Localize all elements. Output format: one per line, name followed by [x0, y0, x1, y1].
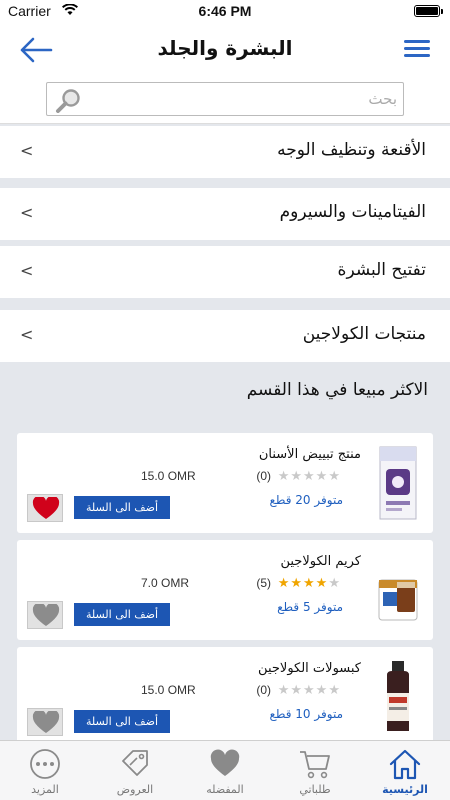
- battery-icon: [414, 5, 443, 17]
- rating-stars: ★★★★★: [277, 469, 341, 484]
- stock-status: متوفر 10 قطع: [269, 707, 343, 721]
- tab-label: العروض: [116, 783, 154, 796]
- product-image[interactable]: [377, 552, 419, 628]
- page-title: البشرة والجلد: [157, 36, 293, 60]
- navigation-bar: البشرة والجلد: [0, 22, 450, 78]
- review-count: (0): [256, 683, 271, 697]
- cart-icon: [300, 751, 330, 779]
- category-label: الفيتامينات والسيروم: [279, 202, 426, 222]
- add-to-cart-button[interactable]: أضف الى السلة: [74, 710, 170, 733]
- search-bar-container: [0, 78, 450, 124]
- more-icon: [30, 749, 60, 779]
- add-to-cart-button[interactable]: أضف الى السلة: [74, 496, 170, 519]
- favorite-toggle[interactable]: [27, 494, 63, 522]
- tag-icon: [122, 750, 148, 776]
- home-icon: [389, 749, 421, 780]
- section-title: الاكثر مبيعا في هذا القسم: [246, 380, 428, 400]
- product-image[interactable]: [377, 659, 419, 735]
- rating-stars: ★★★★★: [277, 576, 341, 591]
- clock: 6:46 PM: [198, 3, 252, 19]
- product-name[interactable]: منتج تبييض الأسنان: [259, 447, 361, 462]
- search-icon[interactable]: [55, 87, 83, 113]
- search-input[interactable]: [87, 87, 397, 111]
- product-card[interactable]: كريم الكولاجين ★★★★★ (5) متوفر 5 قطع 7.0…: [17, 540, 433, 640]
- status-bar: Carrier 6:46 PM: [0, 0, 450, 22]
- product-price: 7.0 OMR: [141, 576, 190, 590]
- tab-label: الرئيسية: [382, 783, 428, 796]
- product-name[interactable]: كريم الكولاجين: [280, 554, 361, 569]
- category-label: تفتيح البشرة: [337, 260, 426, 280]
- heart-icon: [210, 749, 240, 776]
- review-count: (5): [256, 576, 271, 590]
- tab-bar: المزيد العروض المفضله طلباتي الرئيسية: [0, 740, 450, 800]
- heart-icon: [32, 711, 60, 733]
- category-row-masks[interactable]: < الأقنعة وتنظيف الوجه: [0, 126, 450, 178]
- category-row-vitamins[interactable]: < الفيتامينات والسيروم: [0, 188, 450, 240]
- chevron-icon: <: [20, 203, 34, 222]
- product-name[interactable]: كبسولات الكولاجين: [258, 661, 361, 676]
- search-box[interactable]: [46, 82, 404, 116]
- product-price: 15.0 OMR: [141, 683, 196, 697]
- hamburger-menu-icon[interactable]: [404, 40, 430, 60]
- tab-label: المفضله: [206, 783, 244, 796]
- tab-more[interactable]: المزيد: [0, 741, 90, 800]
- stock-status: متوفر 20 قطع: [269, 493, 343, 507]
- product-card[interactable]: منتج تبييض الأسنان ★★★★★ (0) متوفر 20 قط…: [17, 433, 433, 533]
- tab-home[interactable]: الرئيسية: [360, 741, 450, 800]
- category-row-whitening[interactable]: < تفتيح البشرة: [0, 246, 450, 298]
- heart-icon: [32, 604, 60, 626]
- rating-stars: ★★★★★: [277, 683, 341, 698]
- favorite-toggle[interactable]: [27, 601, 63, 629]
- category-label: منتجات الكولاجين: [302, 324, 426, 344]
- product-image[interactable]: [377, 445, 419, 521]
- category-row-collagen[interactable]: < منتجات الكولاجين: [0, 310, 450, 362]
- tab-offers[interactable]: العروض: [90, 741, 180, 800]
- chevron-icon: <: [20, 325, 34, 344]
- tab-orders[interactable]: طلباتي: [270, 741, 360, 800]
- product-price: 15.0 OMR: [141, 469, 196, 483]
- tab-label: المزيد: [31, 783, 59, 796]
- favorite-toggle[interactable]: [27, 708, 63, 736]
- review-count: (0): [256, 469, 271, 483]
- tab-favorites[interactable]: المفضله: [180, 741, 270, 800]
- heart-icon: [32, 497, 60, 519]
- tab-label: طلباتي: [299, 783, 331, 796]
- chevron-icon: <: [20, 261, 34, 280]
- category-label: الأقنعة وتنظيف الوجه: [277, 140, 426, 160]
- add-to-cart-button[interactable]: أضف الى السلة: [74, 603, 170, 626]
- stock-status: متوفر 5 قطع: [277, 600, 343, 614]
- product-card[interactable]: كبسولات الكولاجين ★★★★★ (0) متوفر 10 قطع…: [17, 647, 433, 747]
- chevron-icon: <: [20, 141, 34, 160]
